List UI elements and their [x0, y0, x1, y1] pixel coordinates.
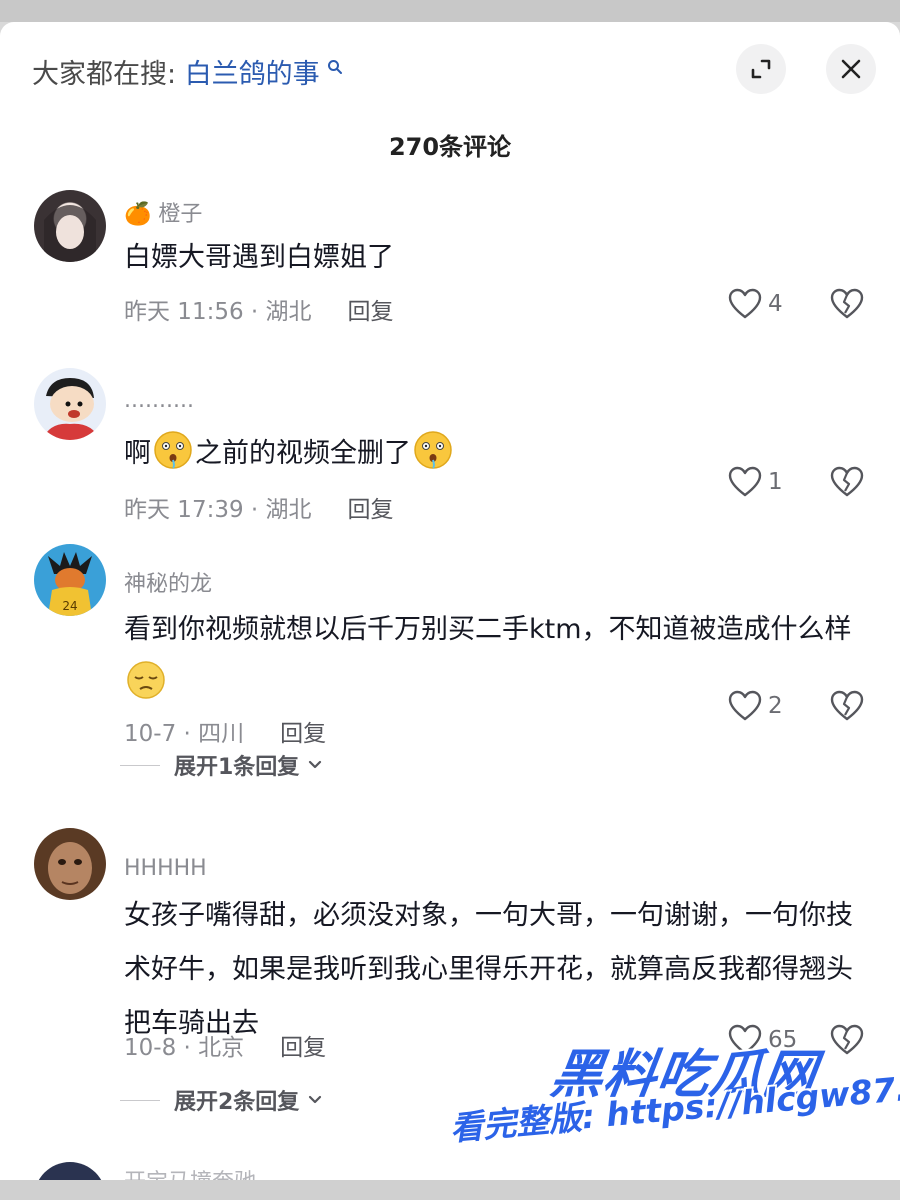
dislike-button[interactable]	[830, 466, 864, 502]
svg-text:24: 24	[62, 599, 77, 613]
avatar[interactable]	[34, 1162, 106, 1180]
bottom-band	[0, 1180, 900, 1200]
close-button[interactable]	[826, 44, 876, 94]
chevron-down-icon	[309, 760, 322, 769]
comment-text-part: 看到你视频就想以后千万别买二手ktm，不知道被造成什么样	[124, 614, 852, 645]
dislike-button[interactable]	[830, 288, 864, 324]
broken-heart-icon	[830, 690, 864, 721]
comment-time-location: 昨天 17:39 · 湖北	[124, 497, 312, 523]
avatar[interactable]	[34, 368, 106, 440]
reply-button[interactable]: 回复	[348, 299, 394, 325]
heart-outline-icon	[728, 288, 762, 319]
comment-panel: 大家都在搜: 白兰鸽的事 270条评论 🍊 橙子 白嫖大哥遇到白嫖姐了 昨天 1…	[0, 22, 900, 1180]
dizzy-face-emoji-icon	[414, 431, 452, 469]
comment-meta: 10-7 · 四川 回复	[124, 714, 326, 748]
comment-text-part: 之前的视频全删了	[195, 438, 411, 469]
comment-username[interactable]: 开宝马撞奔驰	[124, 1164, 256, 1180]
comment-time-location: 10-8 · 北京	[124, 1035, 245, 1061]
expand-replies-label: 展开1条回复	[174, 755, 300, 780]
like-button[interactable]: 2	[728, 690, 783, 722]
comment-text-part: 啊	[124, 438, 151, 469]
like-count: 2	[768, 693, 783, 719]
dislike-button[interactable]	[830, 1024, 864, 1060]
divider-line	[120, 764, 160, 766]
comment-username[interactable]: ..........	[124, 388, 194, 413]
reply-button[interactable]: 回复	[348, 497, 394, 523]
dizzy-face-emoji-icon	[154, 431, 192, 469]
comment-meta: 昨天 17:39 · 湖北 回复	[124, 490, 394, 524]
reply-button[interactable]: 回复	[280, 1035, 326, 1061]
close-icon	[841, 59, 861, 79]
broken-heart-icon	[830, 466, 864, 497]
sleepy-face-emoji-icon	[127, 661, 165, 699]
search-suggestion-prefix: 大家都在搜:	[32, 59, 185, 90]
avatar[interactable]	[34, 190, 106, 262]
divider-line	[120, 1099, 160, 1101]
like-button[interactable]: 1	[728, 466, 783, 498]
broken-heart-icon	[830, 288, 864, 319]
status-bar-background	[0, 0, 900, 22]
expand-replies-label: 展开2条回复	[174, 1090, 300, 1115]
comment-time-location: 10-7 · 四川	[124, 721, 245, 747]
heart-outline-icon	[728, 690, 762, 721]
comment-text: 白嫖大哥遇到白嫖姐了	[124, 242, 394, 273]
search-suggestion[interactable]: 大家都在搜: 白兰鸽的事	[32, 52, 343, 91]
comment-username[interactable]: 🍊 橙子	[124, 196, 202, 228]
comment-count: 270条评论	[388, 133, 512, 161]
expand-button[interactable]	[736, 44, 786, 94]
avatar[interactable]: 24	[34, 544, 106, 616]
like-button[interactable]: 4	[728, 288, 783, 320]
expand-replies-button[interactable]: 展开1条回复	[120, 749, 325, 781]
search-suggestion-keyword[interactable]: 白兰鸽的事	[185, 59, 320, 90]
expand-replies-button[interactable]: 展开2条回复	[120, 1084, 325, 1116]
broken-heart-icon	[830, 1024, 864, 1055]
like-count: 4	[768, 291, 783, 317]
like-count: 1	[768, 469, 783, 495]
reply-button[interactable]: 回复	[280, 721, 326, 747]
chevron-down-icon	[309, 1095, 322, 1104]
comment-time-location: 昨天 11:56 · 湖北	[124, 299, 312, 325]
comment-meta: 昨天 11:56 · 湖北 回复	[124, 292, 394, 326]
comment-username[interactable]: HHHHH	[124, 856, 207, 881]
expand-icon	[751, 59, 771, 79]
magnifier-icon	[322, 60, 343, 79]
avatar[interactable]	[34, 828, 106, 900]
dislike-button[interactable]	[830, 690, 864, 726]
comment-username[interactable]: 神秘的龙	[124, 566, 212, 598]
comment-meta: 10-8 · 北京 回复	[124, 1028, 326, 1062]
heart-outline-icon	[728, 466, 762, 497]
